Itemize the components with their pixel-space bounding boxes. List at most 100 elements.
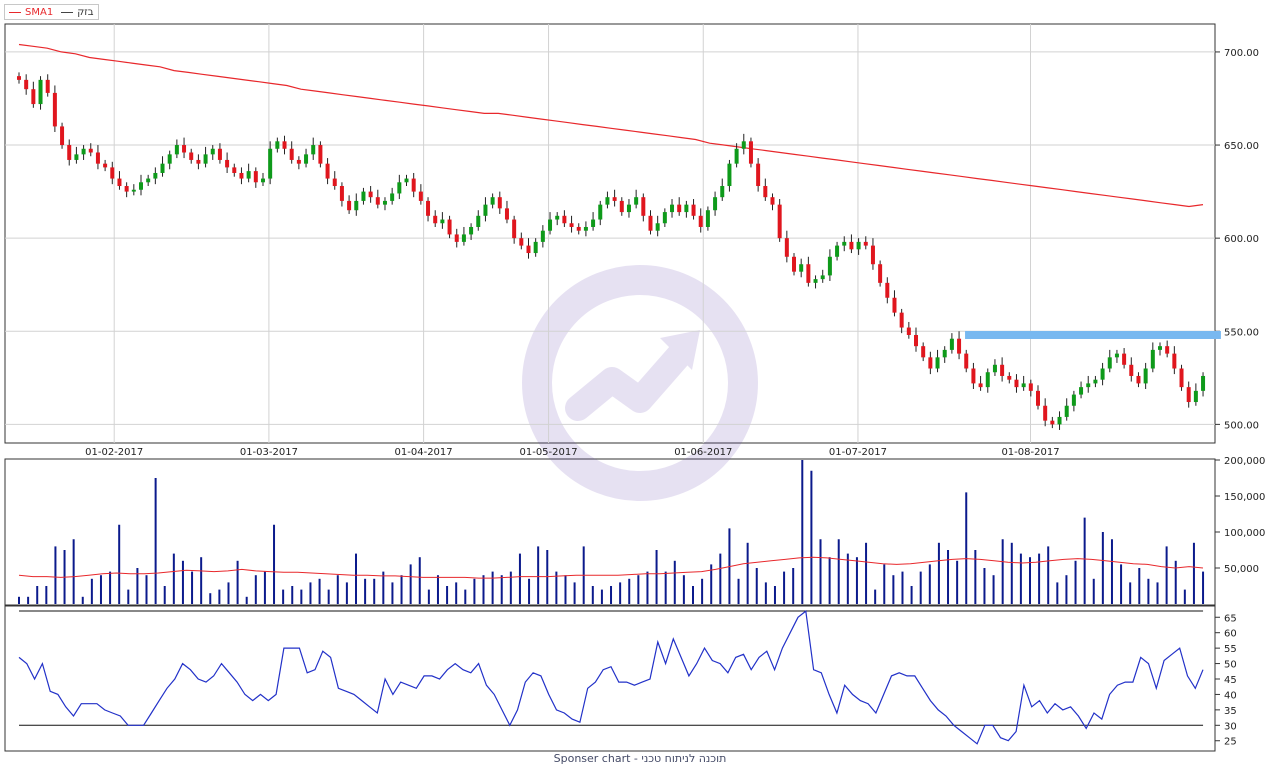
- candle: [160, 156, 165, 177]
- candle: [1136, 372, 1141, 388]
- candle-body: [971, 368, 976, 384]
- candle-body: [619, 200, 624, 213]
- volume-tick-label: 50,000: [1224, 564, 1259, 575]
- candle: [239, 167, 244, 185]
- candle: [497, 191, 502, 214]
- candle: [45, 74, 50, 97]
- candle-body: [404, 178, 409, 183]
- candle-body: [856, 241, 861, 250]
- candle-body: [1100, 368, 1105, 380]
- candle: [504, 200, 509, 224]
- candle-body: [727, 163, 732, 187]
- legend-symbol-label: בזק: [77, 6, 94, 18]
- candle-body: [942, 349, 947, 358]
- candle-body: [490, 197, 495, 205]
- rsi-tick-label: 60: [1224, 629, 1237, 640]
- candle-body: [914, 334, 919, 347]
- candle: [217, 143, 222, 164]
- candle: [691, 199, 696, 220]
- candle-body: [146, 178, 151, 183]
- candle: [978, 375, 983, 391]
- candle: [375, 189, 380, 209]
- candle: [748, 137, 753, 168]
- candle-body: [763, 186, 768, 198]
- candle-body: [677, 204, 682, 213]
- candle: [591, 212, 596, 231]
- date-tick-label: 01-03-2017: [240, 447, 298, 458]
- candle: [1201, 372, 1206, 397]
- candle-body: [1114, 353, 1119, 358]
- candle-body: [296, 159, 301, 164]
- candle-body: [17, 76, 21, 80]
- candle-body: [347, 200, 352, 211]
- candle-body: [476, 215, 481, 227]
- candle-body: [842, 241, 847, 246]
- candle-body: [289, 148, 294, 160]
- legend-symbol-swatch: [61, 11, 74, 13]
- candle: [325, 158, 330, 185]
- candle-body: [598, 204, 603, 220]
- chart-canvas[interactable]: 500.00 550.00 600.00 650.00 700.00 01-02-2017…: [0, 0, 1280, 768]
- candle: [856, 238, 861, 255]
- candle: [1093, 375, 1098, 388]
- candle-body: [1000, 364, 1005, 376]
- candle-body: [1043, 405, 1048, 421]
- candle-body: [555, 215, 560, 220]
- candle-body: [949, 338, 954, 350]
- candle-body: [81, 148, 86, 155]
- candle-body: [935, 357, 940, 369]
- candle: [74, 146, 79, 164]
- candle: [318, 141, 323, 168]
- candle: [67, 139, 72, 166]
- date-tick-label: 01-07-2017: [829, 447, 887, 458]
- candle: [253, 167, 258, 188]
- candle: [921, 342, 926, 362]
- candle-body: [985, 372, 990, 388]
- candle-body: [433, 215, 438, 224]
- candle: [777, 199, 782, 242]
- candle-body: [232, 167, 237, 173]
- candle: [404, 174, 409, 187]
- candle: [677, 197, 682, 216]
- candle: [641, 193, 646, 222]
- candle-body: [1050, 420, 1055, 425]
- candle: [612, 189, 617, 207]
- date-tick-label: 01-02-2017: [85, 447, 143, 458]
- candle-body: [246, 171, 251, 179]
- candle-body: [368, 191, 373, 198]
- candle: [110, 161, 115, 185]
- price-tick-label: 550.00: [1224, 327, 1259, 338]
- date-tick-label: 01-08-2017: [1001, 447, 1059, 458]
- candle-body: [526, 245, 531, 254]
- candle-body: [748, 141, 753, 164]
- candle: [210, 145, 215, 160]
- candle: [605, 191, 610, 209]
- candle-body: [612, 197, 617, 201]
- candle: [849, 234, 854, 254]
- candle-body: [1129, 364, 1134, 376]
- candle-body: [713, 197, 718, 211]
- rsi-tick-label: 50: [1224, 660, 1237, 671]
- candle: [24, 74, 29, 95]
- candle-body: [1179, 368, 1184, 388]
- candle: [397, 174, 402, 200]
- candle: [1157, 342, 1162, 356]
- candle: [1165, 340, 1170, 358]
- candle-body: [591, 219, 596, 227]
- candle-body: [720, 186, 725, 198]
- candle: [124, 182, 129, 198]
- candle: [827, 249, 832, 281]
- candle: [411, 172, 416, 198]
- candle-body: [60, 126, 65, 146]
- candle-body: [569, 223, 574, 227]
- candle: [763, 178, 768, 201]
- candle: [770, 193, 775, 211]
- candle: [454, 228, 459, 248]
- stock-chart[interactable]: 500.00 550.00 600.00 650.00 700.00 01-02-2017…: [0, 0, 1280, 768]
- candle: [131, 184, 136, 196]
- candle-body: [160, 163, 165, 173]
- candle: [820, 269, 825, 283]
- volume-average-line: [18, 556, 1204, 579]
- candle: [1150, 342, 1155, 373]
- candle-body: [906, 327, 911, 335]
